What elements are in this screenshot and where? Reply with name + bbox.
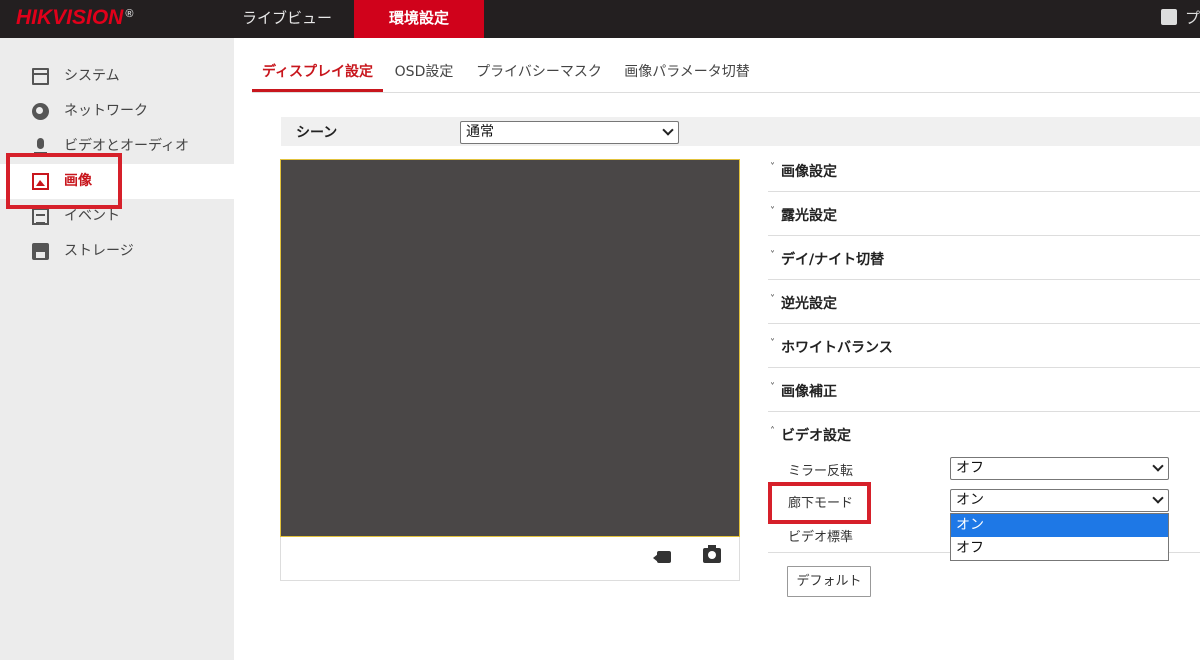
scene-select[interactable]: 通常 — [460, 121, 679, 144]
section-day-night[interactable]: ˅ デイ/ナイト切替 — [768, 236, 1200, 280]
chevron-down-icon — [1152, 460, 1164, 472]
chevron-down-icon: ˅ — [770, 250, 775, 261]
chevron-down-icon: ˅ — [770, 294, 775, 305]
sidebar: システム ネットワーク ビデオとオーディオ 画像 イベント ストレージ — [0, 38, 234, 660]
hikvision-logo: HIKVISION ® — [16, 6, 134, 29]
section-exposure-settings[interactable]: ˅ 露光設定 — [768, 192, 1200, 236]
globe-icon — [32, 103, 49, 120]
video-standard-label: ビデオ標準 — [788, 530, 854, 545]
video-record-icon[interactable] — [653, 549, 671, 563]
chevron-down-icon: ˅ — [770, 162, 775, 173]
corridor-mode-select[interactable]: オン — [950, 489, 1169, 512]
annotation-highlight-image — [6, 153, 122, 209]
corridor-mode-dropdown: オン オフ — [950, 513, 1169, 561]
video-preview — [280, 159, 740, 537]
preview-toolbar — [280, 537, 740, 581]
chevron-up-icon: ˄ — [770, 426, 775, 437]
sidebar-item-system[interactable]: システム — [0, 59, 234, 94]
chevron-down-icon: ˅ — [770, 338, 775, 349]
scene-label: シーン — [296, 125, 338, 141]
section-backlight[interactable]: ˅ 逆光設定 — [768, 280, 1200, 324]
plugin-area[interactable]: プ — [1160, 7, 1200, 28]
mirror-label: ミラー反転 — [788, 464, 854, 479]
camera-icon[interactable] — [703, 545, 721, 563]
section-white-balance[interactable]: ˅ ホワイトバランス — [768, 324, 1200, 368]
chevron-down-icon: ˅ — [770, 382, 775, 393]
sidebar-item-network[interactable]: ネットワーク — [0, 94, 234, 129]
tab-display-settings[interactable]: ディスプレイ設定 — [252, 56, 383, 92]
window-icon — [32, 68, 49, 85]
tab-osd-settings[interactable]: OSD設定 — [390, 56, 458, 92]
puzzle-icon — [1160, 9, 1177, 25]
section-image-settings[interactable]: ˅ 画像設定 — [768, 148, 1200, 192]
chevron-down-icon: ˅ — [770, 206, 775, 217]
nav-live-view[interactable]: ライブビュー — [222, 0, 352, 38]
dropdown-option-off[interactable]: オフ — [951, 537, 1168, 560]
annotation-highlight-corridor — [768, 482, 871, 524]
tab-image-parameter-switch[interactable]: 画像パラメータ切替 — [622, 56, 752, 92]
chevron-down-icon — [1152, 492, 1164, 504]
sidebar-item-storage[interactable]: ストレージ — [0, 234, 234, 269]
chevron-down-icon — [662, 124, 674, 136]
scene-row: シーン 通常 — [281, 117, 1200, 146]
tab-privacy-mask[interactable]: プライバシーマスク — [474, 56, 604, 92]
section-image-enhancement[interactable]: ˅ 画像補正 — [768, 368, 1200, 412]
mirror-select[interactable]: オフ — [950, 457, 1169, 480]
calendar-icon — [32, 208, 49, 225]
nav-configuration[interactable]: 環境設定 — [354, 0, 484, 38]
floppy-icon — [32, 243, 49, 260]
section-video-settings[interactable]: ˄ ビデオ設定 — [768, 412, 1200, 456]
top-bar: HIKVISION ® ライブビュー 環境設定 プ — [0, 0, 1200, 38]
default-button[interactable]: デフォルト — [787, 566, 871, 597]
dropdown-option-on[interactable]: オン — [951, 514, 1168, 537]
tab-bar: ディスプレイ設定 OSD設定 プライバシーマスク 画像パラメータ切替 — [252, 56, 1200, 93]
